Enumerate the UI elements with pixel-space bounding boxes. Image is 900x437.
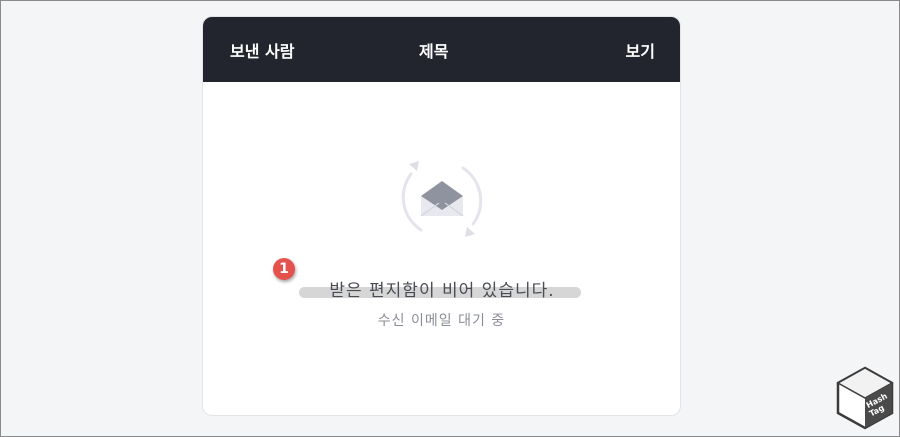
column-subject[interactable]: 제목 xyxy=(419,38,448,62)
inbox-card: 보낸 사람 제목 보기 받은 편지함이 비어 있습니다. 수신 이메일 대기 중 xyxy=(202,16,681,416)
empty-inbox-subtitle: 수신 이메일 대기 중 xyxy=(377,313,506,329)
hashtag-logo: Hash Tag xyxy=(836,366,894,430)
inbox-table-header: 보낸 사람 제목 보기 xyxy=(203,17,680,82)
column-view[interactable]: 보기 xyxy=(626,38,655,62)
column-sender[interactable]: 보낸 사람 xyxy=(230,38,294,62)
envelope-refresh-icon xyxy=(401,161,483,237)
step-1-badge: 1 xyxy=(273,258,295,280)
empty-inbox-title: 받은 편지함이 비어 있습니다. xyxy=(329,281,555,301)
